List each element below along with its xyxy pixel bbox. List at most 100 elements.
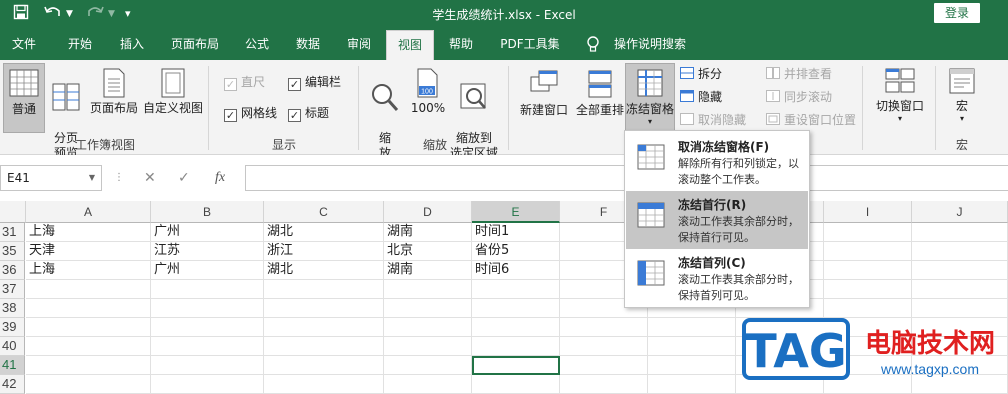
table-cell[interactable] bbox=[472, 337, 560, 356]
table-cell[interactable] bbox=[648, 356, 736, 375]
tab-data[interactable]: 数据 bbox=[288, 28, 328, 60]
macros-button[interactable]: 宏 ▾ bbox=[942, 63, 982, 133]
tab-file[interactable]: 文件 bbox=[8, 28, 40, 60]
table-cell[interactable] bbox=[648, 375, 736, 394]
table-cell[interactable] bbox=[151, 375, 264, 394]
row-header[interactable]: 42 bbox=[0, 375, 25, 394]
table-cell[interactable] bbox=[384, 356, 472, 375]
table-cell[interactable] bbox=[151, 356, 264, 375]
table-cell[interactable]: 浙江 bbox=[264, 242, 384, 261]
table-cell[interactable] bbox=[912, 223, 1008, 242]
table-cell[interactable]: 广州 bbox=[151, 223, 264, 242]
table-cell[interactable] bbox=[912, 299, 1008, 318]
table-cell[interactable] bbox=[264, 337, 384, 356]
table-cell[interactable] bbox=[648, 337, 736, 356]
row-header[interactable]: 40 bbox=[0, 337, 25, 356]
column-header-j[interactable]: J bbox=[912, 201, 1008, 223]
table-cell[interactable]: 北京 bbox=[384, 242, 472, 261]
table-cell[interactable] bbox=[560, 356, 648, 375]
table-cell[interactable] bbox=[151, 280, 264, 299]
headings-checkbox[interactable]: ✓ 标题 bbox=[288, 105, 329, 122]
zoom-100-button[interactable]: 100 100% bbox=[410, 63, 446, 133]
table-cell[interactable] bbox=[560, 318, 648, 337]
tab-formulas[interactable]: 公式 bbox=[237, 28, 277, 60]
enter-icon[interactable]: ✓ bbox=[178, 165, 190, 191]
table-cell[interactable] bbox=[26, 356, 151, 375]
table-cell[interactable] bbox=[560, 337, 648, 356]
view-side-by-side-button[interactable]: 并排查看 bbox=[766, 66, 832, 82]
table-cell[interactable]: 湖北 bbox=[264, 223, 384, 242]
menu-item-unfreeze-panes[interactable]: 取消冻结窗格(F) 解除所有行和列锁定，以滚动整个工作表。 bbox=[626, 133, 808, 191]
menu-item-freeze-top-row[interactable]: 冻结首行(R) 滚动工作表其余部分时，保持首行可见。 bbox=[626, 191, 808, 249]
table-cell[interactable]: 上海 bbox=[26, 261, 151, 280]
table-cell[interactable] bbox=[824, 280, 912, 299]
table-cell[interactable]: 广州 bbox=[151, 261, 264, 280]
drag-handle-icon[interactable]: ⋮ bbox=[114, 165, 124, 191]
table-cell[interactable] bbox=[384, 337, 472, 356]
column-header-e[interactable]: E bbox=[472, 201, 560, 223]
column-header-d[interactable]: D bbox=[384, 201, 472, 223]
table-cell[interactable] bbox=[912, 242, 1008, 261]
table-cell[interactable] bbox=[472, 318, 560, 337]
zoom-to-selection-button[interactable]: 缩放到 选定区域 bbox=[448, 63, 500, 160]
table-cell[interactable] bbox=[824, 299, 912, 318]
table-cell[interactable] bbox=[151, 318, 264, 337]
ruler-checkbox[interactable]: ✓ 直尺 bbox=[224, 74, 265, 91]
table-cell[interactable]: 时间6 bbox=[472, 261, 560, 280]
login-button[interactable]: 登录 bbox=[934, 3, 980, 23]
column-header-c[interactable]: C bbox=[264, 201, 384, 223]
row-header[interactable]: 31 bbox=[0, 223, 25, 242]
row-header[interactable]: 39 bbox=[0, 318, 25, 337]
freeze-panes-button[interactable]: 冻结窗格 ▾ bbox=[625, 63, 675, 133]
table-cell[interactable]: 湖南 bbox=[384, 261, 472, 280]
table-cell[interactable] bbox=[824, 223, 912, 242]
table-cell[interactable] bbox=[384, 280, 472, 299]
insert-function-icon[interactable]: fx bbox=[215, 165, 225, 191]
chevron-down-icon[interactable]: ▼ bbox=[89, 166, 95, 190]
table-cell[interactable] bbox=[472, 375, 560, 394]
table-cell[interactable] bbox=[472, 280, 560, 299]
table-cell[interactable]: 湖北 bbox=[264, 261, 384, 280]
table-cell[interactable] bbox=[824, 242, 912, 261]
custom-views-button[interactable]: 自定义视图 bbox=[142, 63, 204, 133]
select-all-corner[interactable] bbox=[0, 201, 26, 223]
row-header[interactable]: 38 bbox=[0, 299, 25, 318]
table-cell[interactable]: 时间1 bbox=[472, 223, 560, 242]
table-cell[interactable] bbox=[26, 337, 151, 356]
table-cell[interactable] bbox=[264, 299, 384, 318]
table-cell[interactable] bbox=[560, 375, 648, 394]
hide-button[interactable]: 隐藏 bbox=[680, 89, 722, 105]
table-cell[interactable]: 湖南 bbox=[384, 223, 472, 242]
table-cell[interactable] bbox=[264, 356, 384, 375]
tab-page-layout[interactable]: 页面布局 bbox=[165, 28, 225, 60]
table-cell[interactable] bbox=[26, 299, 151, 318]
table-cell[interactable] bbox=[824, 261, 912, 280]
menu-item-freeze-first-column[interactable]: 冻结首列(C) 滚动工作表其余部分时，保持首列可见。 bbox=[626, 249, 808, 307]
column-header-i[interactable]: I bbox=[824, 201, 912, 223]
page-break-preview-button[interactable]: 分页 预览 bbox=[48, 63, 84, 160]
tell-me-search[interactable]: 操作说明搜索 bbox=[608, 28, 692, 60]
row-header[interactable]: 37 bbox=[0, 280, 25, 299]
lightbulb-icon[interactable] bbox=[582, 28, 604, 60]
row-header[interactable]: 35 bbox=[0, 242, 25, 261]
table-cell[interactable] bbox=[384, 299, 472, 318]
new-window-button[interactable]: 新建窗口 bbox=[516, 63, 572, 133]
column-header-b[interactable]: B bbox=[151, 201, 264, 223]
table-cell[interactable] bbox=[472, 299, 560, 318]
table-cell[interactable] bbox=[151, 337, 264, 356]
formula-bar-checkbox[interactable]: ✓ 编辑栏 bbox=[288, 74, 341, 91]
zoom-button[interactable]: 缩 放 bbox=[366, 63, 404, 160]
table-cell[interactable] bbox=[912, 261, 1008, 280]
table-cell[interactable] bbox=[26, 318, 151, 337]
split-button[interactable]: 拆分 bbox=[680, 66, 722, 82]
table-cell[interactable] bbox=[648, 318, 736, 337]
selected-cell[interactable] bbox=[472, 356, 560, 375]
row-header[interactable]: 41 bbox=[0, 356, 25, 375]
table-cell[interactable] bbox=[384, 375, 472, 394]
name-box[interactable]: E41 ▼ bbox=[0, 165, 102, 191]
tab-review[interactable]: 审阅 bbox=[339, 28, 379, 60]
table-cell[interactable]: 上海 bbox=[26, 223, 151, 242]
table-cell[interactable] bbox=[912, 280, 1008, 299]
tab-home[interactable]: 开始 bbox=[60, 28, 100, 60]
cancel-icon[interactable]: ✕ bbox=[144, 165, 156, 191]
